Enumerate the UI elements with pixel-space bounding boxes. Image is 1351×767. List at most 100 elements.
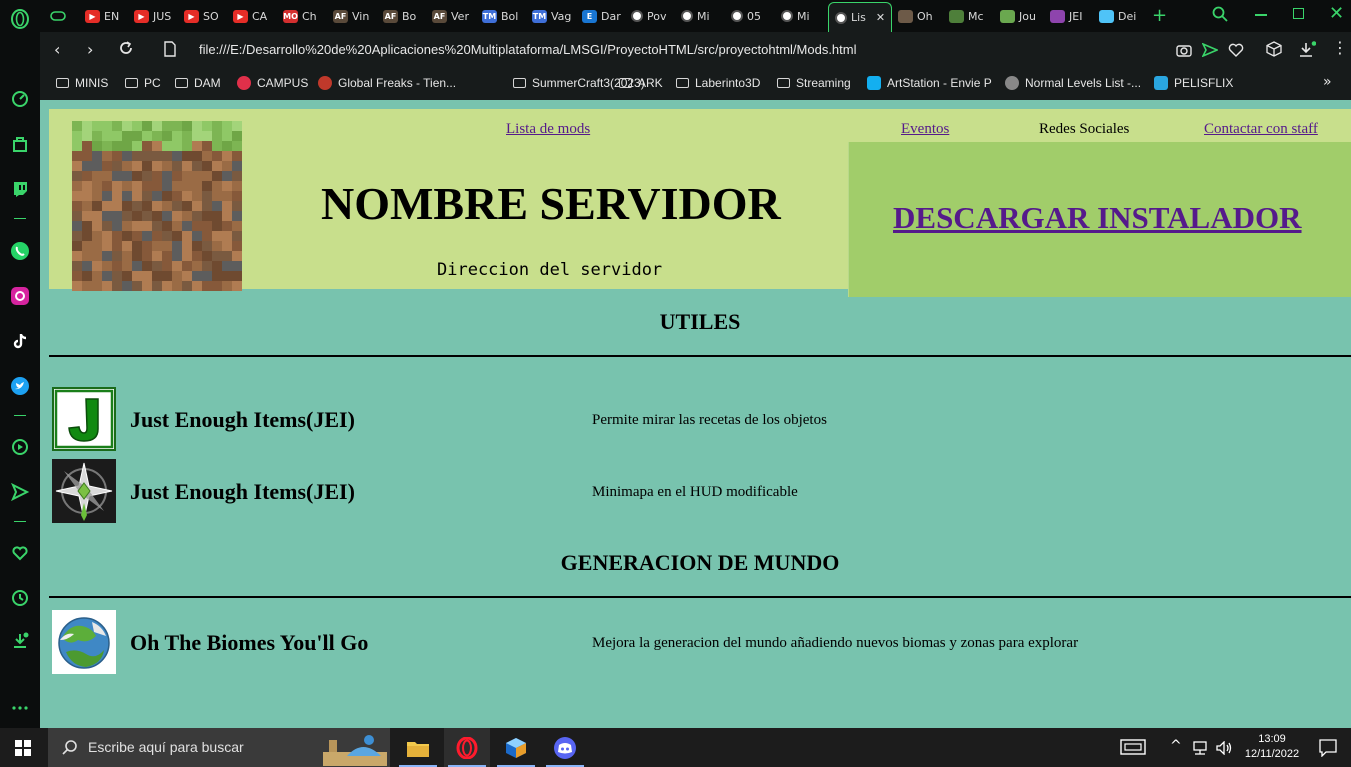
downloads-icon[interactable]: [9, 630, 31, 652]
bookmark-item[interactable]: PC: [125, 76, 161, 90]
tab-vin[interactable]: AF Vin: [333, 4, 373, 28]
section-title-generacion-mundo: GENERACION DE MUNDO: [560, 550, 840, 575]
campus-icon: [237, 76, 251, 90]
back-icon[interactable]: ‹: [54, 40, 60, 59]
youtube-icon: ▶: [233, 9, 248, 23]
network-icon[interactable]: [1192, 740, 1208, 759]
menu-icon[interactable]: ⋮: [1332, 38, 1348, 57]
discord-icon[interactable]: [542, 728, 588, 767]
tab-label: JUS: [153, 9, 172, 23]
history-icon[interactable]: [9, 587, 31, 609]
opera-logo-icon[interactable]: [9, 8, 31, 30]
bookmark-item[interactable]: Streaming: [777, 76, 851, 90]
close-window-button[interactable]: ✕: [1329, 3, 1344, 24]
new-tab-button[interactable]: +: [1152, 5, 1167, 26]
tab-dei[interactable]: Dei: [1099, 4, 1139, 28]
more-icon[interactable]: [9, 697, 31, 719]
windows-start-icon[interactable]: [15, 740, 31, 760]
opera-taskbar-icon[interactable]: [444, 728, 490, 767]
bookmark-item[interactable]: CAMPUS: [237, 76, 308, 90]
bookmark-item[interactable]: Normal Levels List -...: [1005, 76, 1141, 90]
speed-dial-icon[interactable]: [9, 88, 31, 110]
mod-name: Just Enough Items(JEI): [130, 407, 355, 432]
bookmark-item[interactable]: PELISFLIX: [1154, 76, 1233, 90]
tab-pov[interactable]: Pov: [631, 4, 671, 28]
minimize-button[interactable]: [1255, 14, 1267, 16]
section-title-utiles: UTILES: [659, 309, 741, 334]
taskbar-search-box[interactable]: Escribe aquí para buscar: [48, 728, 390, 767]
tab-bol[interactable]: TM Bol: [482, 4, 522, 28]
bookmark-item[interactable]: MINIS: [56, 76, 108, 90]
nav-link-lista-mods[interactable]: Lista de mods: [506, 121, 590, 138]
volume-icon[interactable]: [1216, 740, 1234, 759]
reload-icon[interactable]: [118, 40, 134, 60]
twitch-icon[interactable]: [9, 178, 31, 200]
bookmark-item[interactable]: ArtStation - Envie P: [867, 76, 992, 90]
send-page-icon[interactable]: [1201, 42, 1220, 61]
shopping-bag-icon[interactable]: [9, 133, 31, 155]
mod-row: Oh The Biomes You'll Go Mejora la genera…: [52, 610, 1351, 674]
site-header: Lista de mods NOMBRE SERVIDOR Direccion …: [49, 109, 1351, 297]
file-explorer-icon[interactable]: [395, 728, 441, 767]
bookmark-item[interactable]: Global Freaks - Tien...: [318, 76, 456, 90]
tab-label: JEI: [1069, 9, 1083, 23]
tab-en[interactable]: ▶ EN: [85, 4, 125, 28]
bookmark-item[interactable]: Laberinto3D: [676, 76, 760, 90]
tab-oh[interactable]: Oh: [898, 4, 938, 28]
more-bookmarks-icon[interactable]: »: [1323, 74, 1332, 90]
twitter-icon[interactable]: [9, 375, 31, 397]
chevron-up-icon[interactable]: ^: [1170, 738, 1182, 754]
youtube-icon: ▶: [85, 9, 100, 23]
nav-link-contactar-staff[interactable]: Contactar con staff: [1204, 121, 1318, 138]
tiktok-icon[interactable]: [9, 330, 31, 352]
tab-jus[interactable]: ▶ JUS: [134, 4, 174, 28]
snapshot-icon[interactable]: [1176, 42, 1192, 61]
tab-ch[interactable]: MO Ch: [283, 4, 323, 28]
search-tabs-icon[interactable]: [1212, 6, 1228, 26]
download-status-icon[interactable]: [1298, 41, 1317, 63]
mod-description: Permite mirar las recetas de los objetos: [592, 412, 827, 428]
bookmark-heart-icon[interactable]: [1228, 42, 1244, 61]
tab-jei[interactable]: JEI: [1050, 4, 1090, 28]
tab-label: CA: [252, 9, 268, 23]
nav-item-redes-sociales[interactable]: Redes Sociales: [1039, 121, 1129, 138]
tab-vag[interactable]: TM Vag: [532, 4, 572, 28]
url-field[interactable]: file:///E:/Desarrollo%20de%20Aplicacione…: [199, 42, 856, 57]
gamepad-icon[interactable]: [50, 4, 66, 28]
diamond-icon: [1099, 9, 1114, 23]
bookmark-item[interactable]: ARK: [619, 76, 663, 90]
tab-jou[interactable]: Jou: [1000, 4, 1040, 28]
tab-ca[interactable]: ▶ CA: [233, 4, 273, 28]
download-installer-link[interactable]: DESCARGAR INSTALADOR: [893, 200, 1302, 236]
tab-bo[interactable]: AF Bo: [383, 4, 423, 28]
instagram-icon[interactable]: [9, 285, 31, 307]
close-tab-icon[interactable]: ✕: [876, 11, 885, 24]
forward-icon[interactable]: ›: [87, 40, 93, 59]
restore-button[interactable]: [1293, 8, 1304, 19]
send-icon[interactable]: [9, 481, 31, 503]
player-icon[interactable]: [9, 436, 31, 458]
extensions-cube-icon[interactable]: [1266, 41, 1282, 61]
tab-lis[interactable]: Lis ✕: [828, 2, 892, 32]
tab-05[interactable]: 05: [731, 4, 771, 28]
grass-icon: [1000, 9, 1015, 23]
tab-strip: ▶ EN ▶ JUS ▶ SO ▶ CA MO Ch AF Vin AF Bo AF Ver TM Bol TM Va…: [40, 0, 1351, 32]
whatsapp-icon[interactable]: [9, 240, 31, 262]
netbeans-icon[interactable]: [493, 728, 539, 767]
notifications-icon[interactable]: [1319, 739, 1337, 761]
bars-icon: [1050, 9, 1065, 23]
tab-so[interactable]: ▶ SO: [184, 4, 224, 28]
nav-link-eventos[interactable]: Eventos: [901, 121, 949, 138]
mod-description: Minimapa en el HUD modificable: [592, 484, 798, 500]
tab-ver[interactable]: AF Ver: [432, 4, 472, 28]
tab-mc[interactable]: Mc: [949, 4, 989, 28]
file-icon: [164, 41, 176, 61]
task-view-icon[interactable]: [1120, 739, 1146, 759]
tab-dar[interactable]: E Dar: [582, 4, 622, 28]
system-clock[interactable]: 13:09 12/11/2022: [1240, 732, 1304, 762]
bookmark-label: ARK: [638, 76, 663, 90]
bookmark-item[interactable]: DAM: [175, 76, 221, 90]
heart-icon[interactable]: [9, 542, 31, 564]
tab-mi[interactable]: Mi: [781, 4, 821, 28]
tab-mi[interactable]: Mi: [681, 4, 721, 28]
